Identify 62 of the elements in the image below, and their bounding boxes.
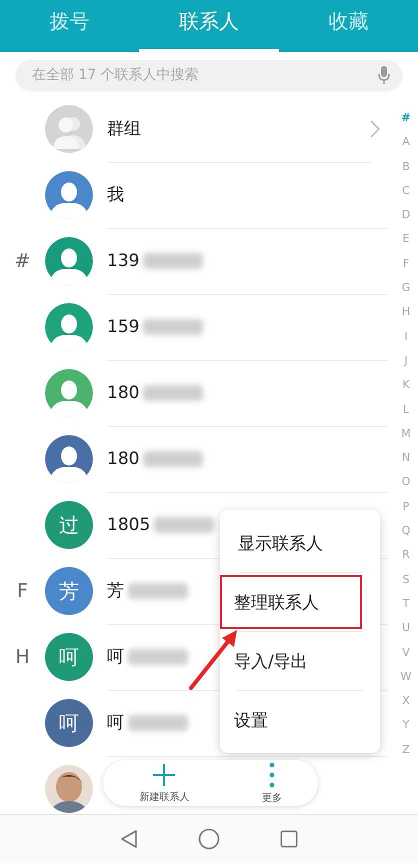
index-letter[interactable]: C <box>402 178 410 204</box>
contact-name: 群组 <box>107 118 141 140</box>
index-letter[interactable]: P <box>402 494 410 520</box>
index-letter[interactable]: H <box>402 300 410 325</box>
index-letter[interactable]: S <box>402 568 410 592</box>
search-field[interactable]: 在全部 17 个联系人中搜索 <box>16 60 402 90</box>
menu-item[interactable]: 设置 <box>220 693 362 747</box>
tab[interactable]: 收藏 <box>278 0 418 52</box>
more-icon <box>268 762 275 788</box>
avatar-initial: 呵 <box>45 633 93 681</box>
index-letter[interactable]: Y <box>402 713 410 738</box>
section-letter: F <box>17 580 28 602</box>
index-letter[interactable]: Z <box>402 738 410 762</box>
index-letter[interactable]: O <box>402 470 410 495</box>
avatar-initial: 过 <box>45 501 93 549</box>
section-letter: H <box>15 646 30 668</box>
index-letter[interactable]: X <box>402 689 410 714</box>
index-letter[interactable]: A <box>402 130 410 155</box>
index-letter[interactable]: T <box>402 592 410 616</box>
menu-item[interactable]: 显示联系人 <box>224 516 362 570</box>
index-letter[interactable]: W <box>400 664 412 690</box>
microphone-icon[interactable] <box>378 65 390 85</box>
contact-name: 芳 <box>107 580 124 602</box>
menu-item[interactable]: 导入/导出 <box>220 634 362 688</box>
contact-name: 1805 <box>107 514 150 534</box>
index-letter[interactable]: G <box>402 276 410 300</box>
index-letter[interactable]: M <box>401 422 411 446</box>
plus-icon <box>152 762 176 786</box>
index-letter[interactable]: V <box>402 640 410 665</box>
section-letter: # <box>14 250 30 272</box>
action-button[interactable]: 新建联系人 <box>139 762 190 804</box>
recent-apps-icon[interactable] <box>280 830 298 848</box>
index-letter[interactable]: I <box>404 324 408 349</box>
contact-name: 我 <box>107 184 124 206</box>
menu-item[interactable]: 整理联系人 <box>220 575 362 629</box>
index-letter[interactable]: F <box>402 252 410 276</box>
contact-name: 呵 <box>107 712 124 734</box>
action-button[interactable]: 更多 <box>262 762 282 804</box>
index-letter[interactable]: N <box>402 446 410 470</box>
index-letter[interactable]: K <box>402 373 410 398</box>
search-input[interactable]: 在全部 17 个联系人中搜索 <box>30 66 378 84</box>
home-icon[interactable] <box>198 828 220 850</box>
index-letter[interactable]: E <box>402 227 410 252</box>
contact-name: 139 <box>107 250 140 270</box>
contact-name: 180 <box>107 382 140 402</box>
index-letter[interactable]: Q <box>402 519 410 544</box>
index-letter[interactable]: U <box>402 616 410 641</box>
index-letter[interactable]: R <box>402 543 410 568</box>
tab[interactable]: 拨号 <box>0 0 140 52</box>
index-letter[interactable]: D <box>402 203 410 228</box>
index-letter[interactable]: B <box>402 154 410 179</box>
tab[interactable]: 联系人 <box>139 0 279 52</box>
contact-name: 180 <box>107 448 140 468</box>
index-letter[interactable]: # <box>401 106 411 130</box>
avatar-initial: 呵 <box>45 699 93 747</box>
contact-name: 159 <box>107 316 140 336</box>
back-icon[interactable] <box>120 829 138 849</box>
avatar-initial: 芳 <box>45 567 93 615</box>
chevron-right-icon <box>370 120 380 138</box>
index-letter[interactable]: L <box>402 398 410 422</box>
contact-name: 呵 <box>107 646 124 668</box>
index-letter[interactable]: J <box>404 348 408 374</box>
